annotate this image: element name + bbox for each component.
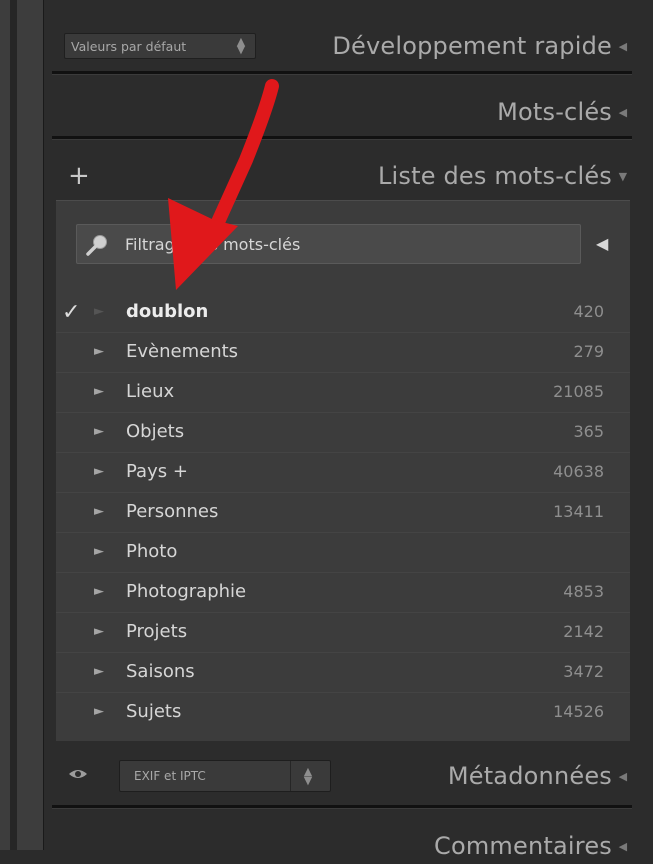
filmstrip-edge [0, 0, 44, 850]
expand-arrow-icon[interactable]: ► [94, 624, 104, 639]
keyword-count: 365 [573, 422, 604, 441]
panel-header-keyword-list[interactable]: Liste des mots-clés ▼ [52, 160, 632, 192]
keyword-row[interactable]: ► Photo [56, 532, 630, 573]
keyword-row[interactable]: ► Sujets 14526 [56, 692, 630, 732]
keyword-count: 4853 [563, 582, 604, 601]
panel-divider [52, 136, 632, 140]
panel-title-metadata: Métadonnées [447, 762, 612, 790]
keyword-row[interactable]: ► Lieux 21085 [56, 372, 630, 413]
collapse-triangle-icon[interactable]: ◀ [616, 106, 630, 119]
panel-header-metadata[interactable]: Métadonnées ◀ [52, 758, 632, 794]
keyword-name: Lieux [126, 381, 175, 402]
keyword-filter-input[interactable] [123, 233, 547, 255]
expand-arrow-icon[interactable]: ► [94, 544, 104, 559]
keyword-row[interactable]: ► Pays + 40638 [56, 452, 630, 493]
panel-header-keywording[interactable]: Mots-clés ◀ [52, 96, 632, 128]
keyword-count: 40638 [553, 462, 604, 481]
expand-arrow-icon[interactable]: ► [94, 424, 104, 439]
keyword-name: Projets [126, 621, 188, 642]
check-icon[interactable]: ✓ [62, 300, 80, 325]
panel-title-keywording: Mots-clés [497, 98, 612, 126]
collapse-triangle-icon[interactable]: ◀ [616, 40, 630, 53]
panel-title-comments: Commentaires [434, 832, 612, 860]
filter-toggle-icon[interactable]: ◀ [596, 234, 616, 254]
left-strip-shadow [10, 0, 17, 850]
panel-header-quick-develop[interactable]: Développement rapide ◀ [52, 30, 632, 62]
collapse-triangle-icon[interactable]: ◀ [616, 770, 630, 783]
keyword-name: Sujets [126, 701, 182, 722]
keyword-name: Saisons [126, 661, 195, 682]
keyword-count: 420 [573, 302, 604, 321]
keyword-count: 2142 [563, 622, 604, 641]
keyword-count: 3472 [563, 662, 604, 681]
keyword-name: Objets [126, 421, 185, 442]
keyword-count: 13411 [553, 502, 604, 521]
panel-header-comments[interactable]: Commentaires ◀ [52, 828, 632, 864]
keyword-row[interactable]: ► Photographie 4853 [56, 572, 630, 613]
keyword-count: 21085 [553, 382, 604, 401]
expand-arrow-icon: ► [94, 304, 104, 319]
keyword-name: Pays + [126, 461, 188, 482]
keyword-filter-field[interactable] [76, 224, 581, 264]
keyword-name: doublon [126, 301, 209, 322]
expand-arrow-icon[interactable]: ► [94, 344, 104, 359]
panel-title-quick-develop: Développement rapide [332, 32, 612, 60]
expand-arrow-icon[interactable]: ► [94, 584, 104, 599]
panel-divider [52, 71, 632, 75]
expand-arrow-icon[interactable]: ► [94, 464, 104, 479]
search-icon [86, 235, 107, 256]
keyword-name: Photographie [126, 581, 247, 602]
keyword-name: Photo [126, 541, 178, 562]
keyword-name: Personnes [126, 501, 219, 522]
keyword-count: 279 [573, 342, 604, 361]
collapse-triangle-icon[interactable]: ◀ [616, 840, 630, 853]
expand-arrow-icon[interactable]: ► [94, 384, 104, 399]
expand-arrow-icon[interactable]: ► [94, 504, 104, 519]
keyword-row[interactable]: ► Personnes 13411 [56, 492, 630, 533]
panel-divider [52, 805, 632, 809]
keyword-row[interactable]: ► Saisons 3472 [56, 652, 630, 693]
expand-arrow-icon[interactable]: ► [94, 704, 104, 719]
keyword-name: Evènements [126, 341, 239, 362]
keyword-count: 14526 [553, 702, 604, 721]
keyword-row[interactable]: ✓ ► doublon 420 [56, 292, 630, 333]
expand-triangle-icon[interactable]: ▼ [616, 170, 630, 183]
panel-title-keyword-list: Liste des mots-clés [377, 162, 612, 190]
keyword-row[interactable]: ► Evènements 279 [56, 332, 630, 373]
expand-arrow-icon[interactable]: ► [94, 664, 104, 679]
keyword-row[interactable]: ► Projets 2142 [56, 612, 630, 653]
keyword-row[interactable]: ► Objets 365 [56, 412, 630, 453]
